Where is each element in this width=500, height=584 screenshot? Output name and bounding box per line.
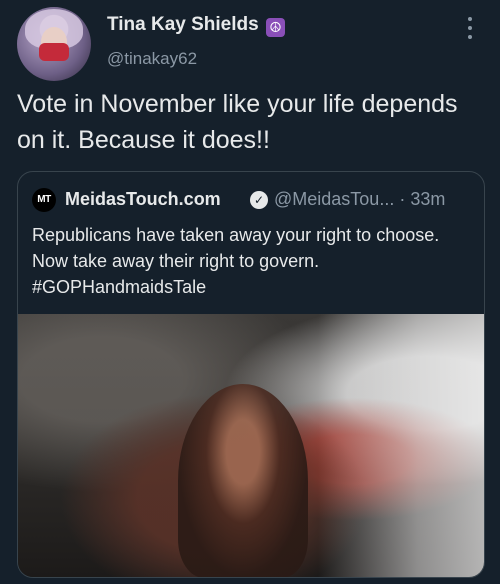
quoted-text: Republicans have taken away your right t…: [32, 225, 440, 297]
author-handle[interactable]: @tinakay62: [107, 49, 197, 69]
quoted-tweet[interactable]: MT MeidasTouch.com ✓ @MeidasTou... · 33m…: [17, 171, 485, 578]
author-name-row[interactable]: Tina Kay Shields ☮: [107, 14, 285, 37]
quoted-media-image[interactable]: [18, 314, 484, 577]
quoted-header: MT MeidasTouch.com ✓ @MeidasTou... · 33m: [32, 186, 472, 214]
tweet-text: Vote in November like your life depends …: [17, 90, 458, 154]
tweet: Tina Kay Shields ☮ @tinakay62 Vote in No…: [0, 0, 500, 584]
more-options-icon[interactable]: [466, 17, 474, 39]
author-avatar[interactable]: [17, 7, 91, 81]
quoted-handle-time[interactable]: @MeidasTou... · 33m: [274, 189, 445, 210]
author-display-name[interactable]: Tina Kay Shields: [107, 14, 259, 35]
peace-symbol-icon: ☮: [265, 18, 285, 37]
verified-icon: ✓: [250, 191, 268, 209]
quoted-display-name[interactable]: MeidasTouch.com: [65, 189, 221, 210]
quoted-avatar[interactable]: MT: [32, 188, 56, 212]
